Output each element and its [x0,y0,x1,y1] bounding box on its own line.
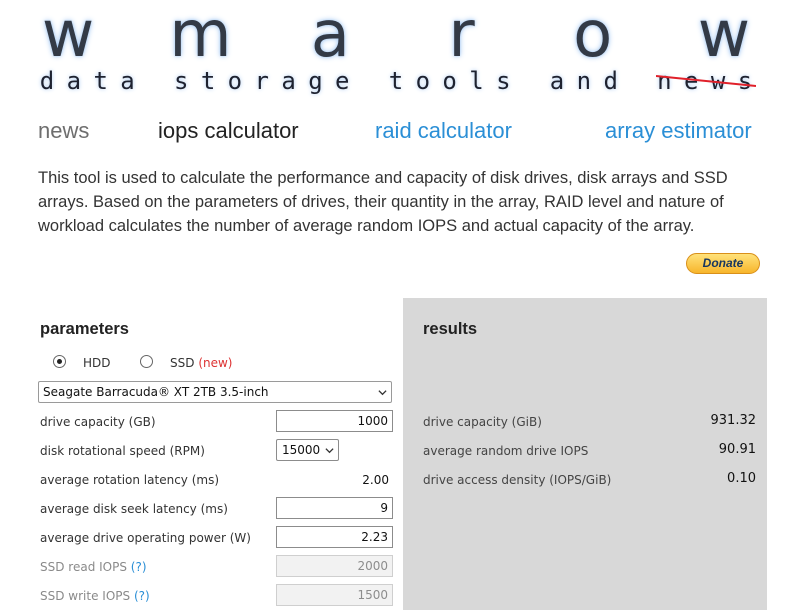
nav-news[interactable]: news [38,118,89,144]
nav-iops-calculator[interactable]: iops calculator [158,118,299,144]
tagline-letter: s [496,67,511,95]
operating-power-input[interactable]: 2.23 [276,526,393,548]
chevron-down-icon [378,390,387,396]
nav-raid-calculator[interactable]: raid calculator [375,118,512,144]
tagline-letter: a [281,67,296,95]
result-access-density-value: 0.10 [727,471,756,486]
ssd-write-iops-text: SSD write IOPS [40,589,131,603]
result-random-iops-label: average random drive IOPS [423,444,589,458]
rotation-latency-value: 2.00 [362,473,389,487]
tagline-letter: a [66,67,82,95]
logo-tagline: d a t a s t o r a g e t o o l s a n d n … [38,68,754,94]
donate-button[interactable]: Donate [686,253,760,274]
result-drive-capacity-value: 931.32 [710,413,757,428]
tagline-letter: g [308,67,323,95]
drive-type-selector: HDD SSD (new) [52,355,252,373]
tagline-letter: r [254,67,269,95]
nav-array-estimator[interactable]: array estimator [605,118,752,144]
tagline-letter: o [415,67,431,95]
result-drive-capacity-label: drive capacity (GiB) [423,415,542,429]
ssd-read-help-link[interactable]: (?) [131,560,147,574]
logo-letter: m [169,0,232,72]
intro-text: This tool is used to calculate the perfo… [38,169,728,235]
tagline-letter: o [227,67,243,95]
tagline-letter [629,68,647,94]
ssd-label: SSD (new) [170,356,232,370]
tagline-letter [521,68,539,94]
tagline-letter [360,68,378,94]
rotational-speed-value: 15000 [282,443,321,457]
rotational-speed-label: disk rotational speed (RPM) [40,444,205,458]
tagline-letter: o [442,67,457,95]
seek-latency-input[interactable]: 9 [276,497,393,519]
ssd-read-iops-input: 2000 [276,555,393,577]
ssd-new-badge: (new) [198,356,233,370]
site-logo[interactable]: w m a r o w d a t a s t o r a g e t o o … [38,0,758,110]
tagline-letter: n [576,67,592,95]
tagline-letter: l [469,67,484,95]
tagline-letter [145,68,163,94]
tagline-letter: a [120,67,135,95]
ssd-write-iops-label: SSD write IOPS (?) [40,589,150,603]
drive-capacity-input[interactable]: 1000 [276,410,393,432]
tagline-letter: d [603,67,618,95]
main-nav: news iops calculator raid calculator arr… [38,118,768,148]
tagline-letter: s [173,67,189,95]
logo-letter: o [573,0,613,72]
ssd-read-iops-label: SSD read IOPS (?) [40,560,147,574]
hdd-radio[interactable] [53,355,66,368]
logo-letter: r [448,0,475,72]
seek-latency-label: average disk seek latency (ms) [40,502,228,516]
logo-wordmark: w m a r o w [38,0,754,72]
rotational-speed-select[interactable]: 15000 [276,439,339,461]
logo-letter: w [697,0,751,72]
drive-model-select[interactable]: Seagate Barracuda® XT 2TB 3.5-inch [38,381,392,403]
hdd-label: HDD [83,356,111,370]
news-strikethrough [656,75,756,87]
ssd-label-text: SSD [170,356,195,370]
rotation-latency-label: average rotation latency (ms) [40,473,220,487]
tagline-letter: t [93,67,108,95]
ssd-radio[interactable] [140,355,153,368]
operating-power-label: average drive operating power (W) [40,531,251,545]
tagline-letter: a [549,67,565,95]
logo-letter: a [310,0,350,72]
results-heading: results [423,320,478,338]
result-random-iops-value: 90.91 [718,442,756,457]
ssd-read-iops-text: SSD read IOPS [40,560,127,574]
tagline-letter: t [200,67,216,95]
result-access-density-label: drive access density (IOPS/GiB) [423,473,612,487]
ssd-write-iops-input: 1500 [276,584,393,606]
logo-letter: w [41,0,95,72]
drive-capacity-label: drive capacity (GB) [40,415,156,429]
tagline-letter: t [388,67,404,95]
tagline-letter: d [39,67,55,95]
ssd-write-help-link[interactable]: (?) [134,589,150,603]
tagline-letter: e [335,67,350,95]
parameters-heading: parameters [40,320,129,338]
drive-model-value: Seagate Barracuda® XT 2TB 3.5-inch [43,385,269,399]
chevron-down-icon [325,448,334,454]
